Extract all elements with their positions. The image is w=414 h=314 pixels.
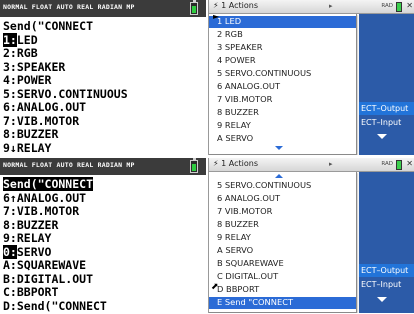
menu-option-rgb[interactable]: 2:RGB (3, 46, 128, 61)
menu-item-buzzer[interactable]: 8 BUZZER (209, 219, 356, 231)
scroll-up-icon[interactable] (275, 174, 283, 178)
menu-item-power[interactable]: 4 POWER (209, 55, 356, 67)
option-label: LED (16, 32, 38, 47)
menu-option-speaker[interactable]: 3:SPEAKER (3, 60, 128, 75)
submenu-pane (359, 172, 414, 313)
status-text: NORMAL FLOAT AUTO REAL RADIAN MP (3, 161, 135, 169)
status-text: NORMAL FLOAT AUTO REAL RADIAN MP (3, 3, 135, 11)
option-label: SERVO (16, 244, 52, 259)
menu-option-relay[interactable]: 9:RELAY (3, 231, 107, 246)
battery-icon (190, 0, 198, 15)
nspire-toolbar: ⚡ 1 Actions ▸ RAD ✕ (209, 0, 414, 14)
menu-item-analog-out[interactable]: 6 ANALOG.OUT (209, 81, 356, 93)
menu-item-servo-continuous[interactable]: 5 SERVO.CONTINUOUS (209, 180, 356, 192)
menu-option-squarewave[interactable]: A:SQUAREWAVE (3, 258, 107, 273)
menu-option-relay[interactable]: 9↓RELAY (3, 141, 128, 156)
menu-option-servo[interactable]: 0:SERVO (3, 244, 107, 260)
angle-mode: RAD (381, 161, 393, 167)
menu-option-digital-out[interactable]: B:DIGITAL.OUT (3, 272, 107, 287)
close-icon[interactable]: ✕ (406, 1, 413, 10)
battery-icon (190, 158, 198, 173)
scroll-down-icon[interactable] (275, 146, 283, 150)
menu-option-send-connect[interactable]: D:Send("CONNECT (3, 299, 107, 314)
menu-item-relay[interactable]: 9 RELAY (209, 232, 356, 244)
menu-item-servo[interactable]: A SERVO (209, 133, 356, 145)
menu-item-speaker[interactable]: 3 SPEAKER (209, 42, 356, 54)
menu-option-power[interactable]: 4:POWER (3, 73, 128, 88)
menu-option-servo-continuous[interactable]: 5:SERVO.CONTINUOUS (3, 87, 128, 102)
submenu-arrow-icon: ▸ (329, 160, 333, 168)
menu-item-relay[interactable]: 9 RELAY (209, 120, 356, 132)
angle-mode: RAD (381, 3, 393, 9)
menu-item-bbport[interactable]: D BBPORT (209, 284, 356, 296)
calculator-screen-top: NORMAL FLOAT AUTO REAL RADIAN MP Send("C… (0, 0, 206, 155)
submenu-item-connect-output[interactable]: ECT–Output (359, 264, 414, 277)
scroll-down-icon (377, 297, 387, 302)
menu-item-servo[interactable]: A SERVO (209, 245, 356, 257)
menu-option-bbport[interactable]: C:BBPORT (3, 285, 107, 300)
actions-menu: 1 LED 2 RGB 3 SPEAKER 4 POWER 5 SERVO.CO… (209, 14, 357, 155)
tab-actions[interactable]: ⚡ 1 Actions (213, 159, 258, 168)
menu-item-vib-motor[interactable]: 7 VIB.MOTOR (209, 206, 356, 218)
menu-item-led[interactable]: 1 LED (209, 16, 356, 28)
menu-item-vib-motor[interactable]: 7 VIB.MOTOR (209, 94, 356, 106)
actions-menu: 5 SERVO.CONTINUOUS 6 ANALOG.OUT 7 VIB.MO… (209, 172, 357, 313)
menu-option-analog-out[interactable]: 6:ANALOG.OUT (3, 100, 128, 115)
menu-item-analog-out[interactable]: 6 ANALOG.OUT (209, 193, 356, 205)
menu-option-buzzer[interactable]: 8:BUZZER (3, 218, 107, 233)
menu-option-analog-out[interactable]: 6↑ANALOG.OUT (3, 191, 107, 206)
status-bar: NORMAL FLOAT AUTO REAL RADIAN MP (0, 0, 206, 17)
submenu-item-connect-input[interactable]: ECT–Input (359, 278, 414, 291)
menu-option-buzzer[interactable]: 8:BUZZER (3, 127, 128, 142)
menu-item-send-connect[interactable]: E Send "CONNECT (209, 297, 356, 309)
submenu-item-connect-output[interactable]: ECT–Output (359, 102, 414, 115)
menu-item-digital-out[interactable]: C DIGITAL.OUT (209, 271, 356, 283)
status-bar: NORMAL FLOAT AUTO REAL RADIAN MP (0, 158, 206, 175)
submenu-arrow-icon: ▸ (329, 2, 333, 10)
command-line: Send("CONNECT (3, 19, 94, 33)
cursor-icon: ► (213, 12, 220, 21)
battery-icon (396, 2, 402, 12)
command-line: Send("CONNECT (3, 177, 94, 191)
menu-item-buzzer[interactable]: 8 BUZZER (209, 107, 356, 119)
nspire-screen-top: ⚡ 1 Actions ▸ RAD ✕ ) ECT–Output ECT–Inp… (208, 0, 414, 155)
menu-option-vib-motor[interactable]: 7:VIB.MOTOR (3, 204, 107, 219)
menu-item-rgb[interactable]: 2 RGB (209, 29, 356, 41)
menu-item-squarewave[interactable]: B SQUAREWAVE (209, 258, 356, 270)
menu-item-servo-continuous[interactable]: 5 SERVO.CONTINUOUS (209, 68, 356, 80)
submenu-item-connect-input[interactable]: ECT–Input (359, 116, 414, 129)
scroll-down-icon (377, 134, 387, 139)
menu-option-vib-motor[interactable]: 7:VIB.MOTOR (3, 114, 128, 129)
pointer-cursor-icon: ⬈ (211, 282, 219, 292)
calculator-screen-bottom: NORMAL FLOAT AUTO REAL RADIAN MP Send("C… (0, 158, 206, 313)
menu-option-led[interactable]: 1:LED (3, 32, 128, 48)
close-icon[interactable]: ✕ (406, 159, 413, 168)
tab-actions[interactable]: ⚡ 1 Actions (213, 1, 258, 10)
battery-icon (396, 160, 402, 170)
nspire-toolbar: ⚡ 1 Actions ▸ RAD ✕ (209, 158, 414, 172)
nspire-screen-bottom: ⚡ 1 Actions ▸ RAD ✕ ) ECT–Output ECT–Inp… (208, 158, 414, 313)
